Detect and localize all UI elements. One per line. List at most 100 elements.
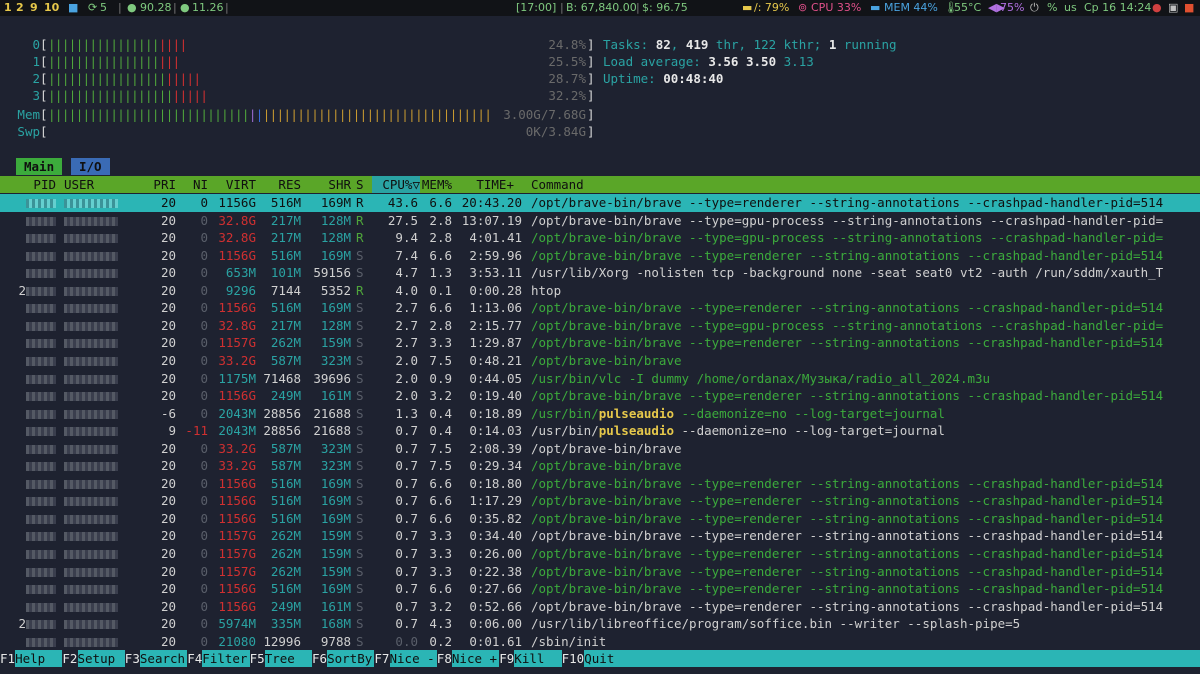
ni-cell: 0 [200, 633, 208, 649]
fkey-f2[interactable]: F2 [62, 650, 77, 667]
user-redacted [64, 194, 118, 212]
workspace-10[interactable]: 10 [44, 0, 59, 16]
table-row[interactable]: 20 0 1157G 262M 159M S 0.7 3.3 0:26.00/opt/brave… [0, 545, 1200, 563]
col-shr[interactable]: SHR [305, 176, 351, 193]
fkey-f1[interactable]: F1 [0, 650, 15, 667]
table-row[interactable]: 20 0 1156G 516M 169M S 0.7 6.6 0:18.80/opt/brave… [0, 475, 1200, 493]
table-row[interactable]: 20 0 21080 12996 9788 S 0.0 0.2 0:01.61/sbin/ini… [0, 633, 1200, 651]
table-row[interactable]: 20 0 1156G 516M 169M S 0.7 6.6 1:17.29/opt/brave… [0, 492, 1200, 510]
col-ni[interactable]: NI [180, 176, 208, 193]
res-cell: 516M [270, 581, 301, 597]
table-row[interactable]: 20 0 1156G 516M 169M R 43.6 6.6 20:43.20/opt/bra… [0, 194, 1200, 212]
table-row[interactable]: 20 0 32.8G 217M 128M S 2.7 2.8 2:15.77/opt/brave… [0, 317, 1200, 335]
col-user[interactable]: USER [64, 176, 94, 193]
col-command[interactable]: Command [531, 176, 584, 193]
time-cell: 13:07.19 [461, 212, 522, 228]
fkey-f4[interactable]: F4 [187, 650, 202, 667]
fkey-f5[interactable]: F5 [250, 650, 265, 667]
fkey-f7[interactable]: F7 [374, 650, 389, 667]
table-row[interactable]: 20 0 1175M 71468 39696 S 2.0 0.9 0:44.05/usr/bin… [0, 370, 1200, 388]
table-row[interactable]: 20 0 33.2G 587M 323M S 2.0 7.5 0:48.21/opt/brave… [0, 352, 1200, 370]
fkey-label-f5[interactable]: Tree [264, 650, 312, 667]
redacted-block [26, 585, 56, 595]
command-cell: /opt/brave-bin/brave --type=renderer --s… [531, 335, 1164, 351]
table-row[interactable]: 20 0 1157G 262M 159M S 0.7 3.3 0:34.40/opt/brave… [0, 527, 1200, 545]
table-row[interactable]: 20 0 33.2G 587M 323M S 0.7 7.5 0:29.34/opt/brave… [0, 457, 1200, 475]
ni-cell: -11 [185, 423, 208, 439]
state-cell: S [356, 598, 364, 614]
shr-cell: 168M [320, 616, 351, 632]
table-row[interactable]: 20 0 1156G 516M 169M S 0.7 6.6 0:27.66/opt/brave… [0, 580, 1200, 598]
col-res[interactable]: RES [258, 176, 301, 193]
col-mem[interactable]: MEM% [420, 176, 452, 193]
datetime[interactable]: Ср 16 14:24 [1084, 0, 1151, 16]
tray-icon[interactable]: ▣ [1168, 0, 1178, 16]
pid-prefix: 2 [18, 616, 26, 632]
shr-cell: 161M [320, 388, 351, 404]
table-row[interactable]: 20 0 32.8G 217M 128M R 9.4 2.8 4:01.41/opt/brave… [0, 229, 1200, 247]
time-cell: 0:35.82 [469, 510, 522, 526]
disk-icon: ▬ [742, 1, 753, 14]
table-row[interactable]: 2 20 0 9296 7144 5352 R 4.0 0.1 0:00.28 htop [0, 282, 1200, 300]
time-cell: 1:17.29 [469, 493, 522, 509]
fkey-label-f1[interactable]: Help [15, 650, 63, 667]
fkey-label-f8[interactable]: Nice + [451, 650, 500, 667]
table-row[interactable]: 20 0 1156G 516M 169M S 7.4 6.6 2:59.96/opt/brave… [0, 247, 1200, 265]
virt-cell: 1156G [218, 581, 256, 597]
table-row[interactable]: 20 0 1156G 516M 169M S 2.7 6.6 1:13.06/opt/brave… [0, 299, 1200, 317]
tab-io[interactable]: I/O [71, 158, 110, 175]
tab-main[interactable]: Main [16, 158, 63, 175]
fkey-f10[interactable]: F10 [562, 650, 585, 667]
table-row[interactable]: 9 -11 2043M 28856 21688 S 0.7 0.4 0:14.03/usr/bi… [0, 422, 1200, 440]
fkey-f8[interactable]: F8 [437, 650, 452, 667]
mail-tray-icon[interactable]: ■ [1184, 0, 1194, 16]
workspace-9[interactable]: 9 [30, 0, 38, 16]
fkey-label-f7[interactable]: Nice - [389, 650, 437, 667]
table-row[interactable]: 20 0 1156G 249M 161M S 2.0 3.2 0:19.40/opt/brave… [0, 387, 1200, 405]
table-row[interactable]: 2 20 0 5974M 335M 168M S 0.7 4.3 0:06.00/usr/lib/… [0, 615, 1200, 633]
user-redacted [64, 229, 118, 247]
col-state[interactable]: S [356, 176, 364, 193]
fkey-label-f10[interactable]: Quit [584, 650, 1200, 667]
col-time[interactable]: TIME+ [456, 176, 514, 193]
table-row[interactable]: 20 0 1157G 262M 159M S 0.7 3.3 0:22.38/opt/brave… [0, 563, 1200, 581]
col-virt[interactable]: VIRT [210, 176, 256, 193]
col-pid[interactable]: PID [0, 176, 56, 193]
time-cell: 0:44.05 [469, 370, 522, 386]
fkey-f9[interactable]: F9 [499, 650, 514, 667]
workspace-1[interactable]: 1 [4, 0, 12, 16]
virt-cell: 21080 [218, 633, 256, 649]
fkey-label-f2[interactable]: Setup [77, 650, 125, 667]
fkey-f3[interactable]: F3 [125, 650, 140, 667]
fkey-label-f9[interactable]: Kill [514, 650, 562, 667]
virt-cell: 1156G [218, 247, 256, 263]
separator: | [636, 1, 640, 14]
table-row[interactable]: 20 0 1157G 262M 159M S 2.7 3.3 1:29.87/opt/brave… [0, 334, 1200, 352]
fkey-label-f4[interactable]: Filter [202, 650, 250, 667]
col-pri[interactable]: PRI [140, 176, 176, 193]
redacted-block [26, 427, 56, 437]
meter-label: Mem [17, 107, 40, 122]
pri-cell: 20 [160, 563, 176, 579]
table-row[interactable]: 20 0 653M 101M 59156 S 4.7 1.3 3:53.11/usr/lib/X… [0, 264, 1200, 282]
keyboard-layout[interactable]: us [1064, 0, 1077, 16]
shr-cell: 128M [320, 317, 351, 333]
battery: 75% [1000, 1, 1025, 14]
folder-icon[interactable]: ■ [68, 0, 78, 16]
table-row[interactable]: -6 0 2043M 28856 21688 S 1.3 0.4 0:18.89/usr/bin… [0, 405, 1200, 423]
col-cpu-sorted[interactable]: CPU%▽ [372, 176, 420, 193]
ni-cell: 0 [200, 230, 208, 246]
redacted-block [26, 392, 56, 402]
table-row[interactable]: 20 0 1156G 516M 169M S 0.7 6.6 0:35.82/opt/brave… [0, 510, 1200, 528]
table-row[interactable]: 20 0 32.8G 217M 128M R 27.5 2.8 13:07.19/opt/bra… [0, 212, 1200, 230]
fkey-label-f6[interactable]: SortBy [327, 650, 375, 667]
table-row[interactable]: 20 0 1156G 249M 161M S 0.7 3.2 0:52.66/opt/brave… [0, 598, 1200, 616]
virt-cell: 1156G [218, 510, 256, 526]
fkey-label-f3[interactable]: Search [139, 650, 188, 667]
updates-count: 5 [100, 1, 107, 14]
fkey-f6[interactable]: F6 [312, 650, 327, 667]
chrome-tray-icon[interactable]: ● [1152, 0, 1162, 16]
table-row[interactable]: 20 0 33.2G 587M 323M S 0.7 7.5 2:08.39/opt/brave… [0, 440, 1200, 458]
workspace-2[interactable]: 2 [16, 0, 24, 16]
virt-cell: 1157G [218, 528, 256, 544]
